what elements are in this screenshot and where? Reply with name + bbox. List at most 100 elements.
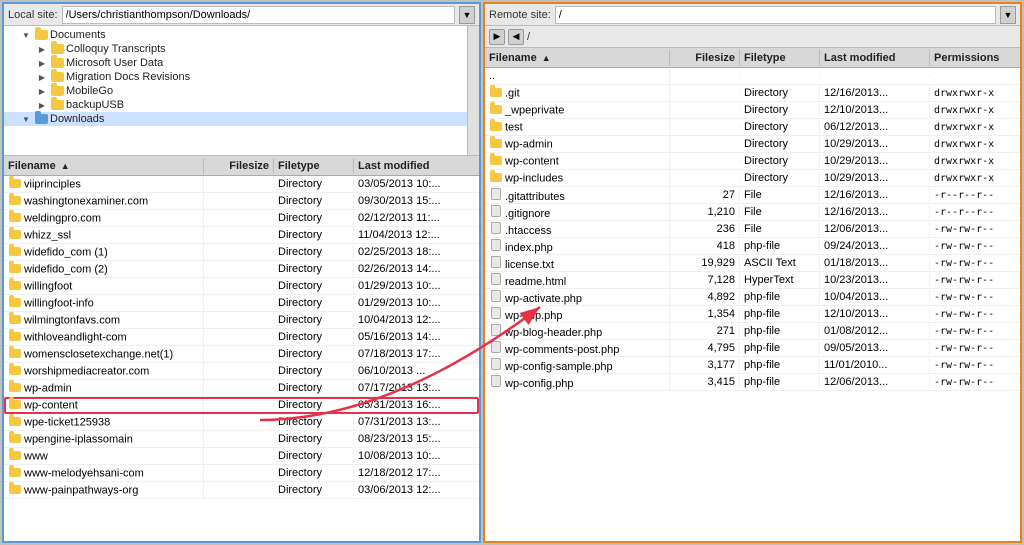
left-file-row[interactable]: wp-adminDirectory07/17/2013 13:...	[4, 380, 479, 397]
right-file-row[interactable]: wp-config-sample.php3,177php-file11/01/2…	[485, 357, 1020, 374]
left-file-type: Directory	[274, 211, 354, 225]
left-file-modified: 06/10/2013 ...	[354, 364, 464, 378]
left-col-filesize[interactable]: Filesize	[204, 158, 274, 174]
left-file-row[interactable]: worshipmediacreator.comDirectory06/10/20…	[4, 363, 479, 380]
file-icon	[489, 273, 503, 285]
right-file-row[interactable]: readme.html7,128HyperText10/23/2013...-r…	[485, 272, 1020, 289]
tree-label-mobilego: MobileGo	[66, 85, 113, 97]
right-file-perms: -rw-rw-r--	[930, 325, 1020, 338]
right-file-row[interactable]: index.php418php-file09/24/2013...-rw-rw-…	[485, 238, 1020, 255]
expand-mobilego[interactable]: ▶	[36, 85, 48, 97]
left-file-row[interactable]: withloveandlight-comDirectory05/16/2013 …	[4, 329, 479, 346]
left-site-input[interactable]	[62, 6, 455, 24]
right-file-perms: drwxrwxr-x	[930, 155, 1020, 168]
left-file-modified: 12/18/2012 17:...	[354, 466, 464, 480]
right-file-size: 1,210	[670, 205, 740, 219]
right-file-row[interactable]: ..	[485, 68, 1020, 85]
tree-scrollbar[interactable]	[467, 26, 479, 155]
right-file-name: wp-includes	[485, 170, 670, 186]
left-file-row[interactable]: www-melodyehsani-comDirectory12/18/2012 …	[4, 465, 479, 482]
left-file-row[interactable]: womensclosetexchange.net(1)Directory07/1…	[4, 346, 479, 363]
right-file-name: readme.html	[485, 272, 670, 289]
right-col-filetype[interactable]: Filetype	[740, 50, 820, 66]
nav-back-btn[interactable]: ◀	[508, 29, 524, 45]
right-file-row[interactable]: license.txt19,929ASCII Text01/18/2013...…	[485, 255, 1020, 272]
right-site-label: Remote site:	[489, 9, 551, 21]
left-col-filename[interactable]: Filename ▲	[4, 158, 204, 174]
left-tree: ▼ Documents ▶ Colloquy Transcripts ▶ Mic…	[4, 26, 479, 156]
tree-item-migration[interactable]: ▶ Migration Docs Revisions	[4, 70, 479, 84]
right-file-row[interactable]: wp-adminDirectory10/29/2013...drwxrwxr-x	[485, 136, 1020, 153]
expand-colloquy[interactable]: ▶	[36, 43, 48, 55]
right-file-row[interactable]: .gitDirectory12/16/2013...drwxrwxr-x	[485, 85, 1020, 102]
left-file-modified: 09/30/2013 15:...	[354, 194, 464, 208]
right-file-row[interactable]: wp-contentDirectory10/29/2013...drwxrwxr…	[485, 153, 1020, 170]
right-site-input[interactable]	[555, 6, 996, 24]
right-file-row[interactable]: .gitattributes27File12/16/2013...-r--r--…	[485, 187, 1020, 204]
tree-item-documents[interactable]: ▼ Documents	[4, 28, 479, 42]
tree-item-downloads[interactable]: ▼ Downloads	[4, 112, 479, 126]
left-col-filetype[interactable]: Filetype	[274, 158, 354, 174]
right-file-row[interactable]: wp-comments-post.php4,795php-file09/05/2…	[485, 340, 1020, 357]
right-file-perms: -rw-rw-r--	[930, 240, 1020, 253]
tree-item-backup[interactable]: ▶ backupUSB	[4, 98, 479, 112]
left-site-dropdown[interactable]: ▼	[459, 6, 475, 24]
left-file-size	[204, 251, 274, 253]
left-file-modified: 07/31/2013 13:...	[354, 415, 464, 429]
left-file-modified: 10/04/2013 12:...	[354, 313, 464, 327]
right-file-type: File	[740, 205, 820, 219]
right-col-filename[interactable]: Filename ▲	[485, 50, 670, 66]
right-file-size: 4,795	[670, 341, 740, 355]
left-file-row[interactable]: washingtonexaminer.comDirectory09/30/201…	[4, 193, 479, 210]
right-file-type: php-file	[740, 324, 820, 338]
left-file-row[interactable]: weldingpro.comDirectory02/12/2013 11:...	[4, 210, 479, 227]
left-file-row[interactable]: whizz_sslDirectory11/04/2013 12:...	[4, 227, 479, 244]
expand-microsoft[interactable]: ▶	[36, 57, 48, 69]
left-file-row[interactable]: wpengine-iplassomainDirectory08/23/2013 …	[4, 431, 479, 448]
right-site-dropdown[interactable]: ▼	[1000, 6, 1016, 24]
tree-item-microsoft[interactable]: ▶ Microsoft User Data	[4, 56, 479, 70]
right-col-filesize[interactable]: Filesize	[670, 50, 740, 66]
right-col-perms[interactable]: Permissions	[930, 50, 1020, 66]
right-file-row[interactable]: .htaccess236File12/06/2013...-rw-rw-r--	[485, 221, 1020, 238]
left-file-row[interactable]: wp-contentDirectory05/31/2013 16:...	[4, 397, 479, 414]
tree-item-mobilego[interactable]: ▶ MobileGo	[4, 84, 479, 98]
left-file-row[interactable]: wilmingtonfavs.comDirectory10/04/2013 12…	[4, 312, 479, 329]
right-file-row[interactable]: wp-activate.php4,892php-file10/04/2013..…	[485, 289, 1020, 306]
right-file-type: Directory	[740, 171, 820, 185]
tree-item-colloquy[interactable]: ▶ Colloquy Transcripts	[4, 42, 479, 56]
left-file-size	[204, 183, 274, 185]
left-file-row[interactable]: widefido_com (2)Directory02/26/2013 14:.…	[4, 261, 479, 278]
left-file-row[interactable]: wwwDirectory10/08/2013 10:...	[4, 448, 479, 465]
expand-downloads[interactable]: ▼	[20, 113, 32, 125]
right-file-perms: -rw-rw-r--	[930, 223, 1020, 236]
left-file-row[interactable]: willingfoot-infoDirectory01/29/2013 10:.…	[4, 295, 479, 312]
left-file-row[interactable]: willingfootDirectory01/29/2013 10:...	[4, 278, 479, 295]
right-col-modified[interactable]: Last modified	[820, 50, 930, 66]
left-file-name: willingfoot-info	[4, 295, 204, 311]
right-file-row[interactable]: wp-config.php3,415php-file12/06/2013...-…	[485, 374, 1020, 391]
right-file-row[interactable]: testDirectory06/12/2013...drwxrwxr-x	[485, 119, 1020, 136]
nav-play-btn[interactable]: ▶	[489, 29, 505, 45]
right-file-row[interactable]: wp-app.php1,354php-file12/10/2013...-rw-…	[485, 306, 1020, 323]
left-file-size	[204, 404, 274, 406]
file-icon	[489, 358, 503, 370]
left-file-row[interactable]: viiprinciplesDirectory03/05/2013 10:...	[4, 176, 479, 193]
right-file-row[interactable]: .gitignore1,210File12/16/2013...-r--r--r…	[485, 204, 1020, 221]
left-file-row[interactable]: widefido_com (1)Directory02/25/2013 18:.…	[4, 244, 479, 261]
left-file-size	[204, 455, 274, 457]
expand-backup[interactable]: ▶	[36, 99, 48, 111]
left-col-modified[interactable]: Last modified	[354, 158, 464, 174]
right-file-row[interactable]: wp-blog-header.php271php-file01/08/2012.…	[485, 323, 1020, 340]
right-file-name: ..	[485, 69, 670, 83]
right-file-row[interactable]: _wpeprivateDirectory12/10/2013...drwxrwx…	[485, 102, 1020, 119]
folder-icon	[8, 432, 22, 444]
right-file-size	[670, 160, 740, 162]
expand-migration[interactable]: ▶	[36, 71, 48, 83]
right-file-row[interactable]: wp-includesDirectory10/29/2013...drwxrwx…	[485, 170, 1020, 187]
right-file-name: wp-activate.php	[485, 289, 670, 306]
folder-icon	[8, 262, 22, 274]
expand-documents[interactable]: ▼	[20, 29, 32, 41]
left-file-row[interactable]: www-painpathways-orgDirectory03/06/2013 …	[4, 482, 479, 499]
left-file-row[interactable]: wpe-ticket125938Directory07/31/2013 13:.…	[4, 414, 479, 431]
